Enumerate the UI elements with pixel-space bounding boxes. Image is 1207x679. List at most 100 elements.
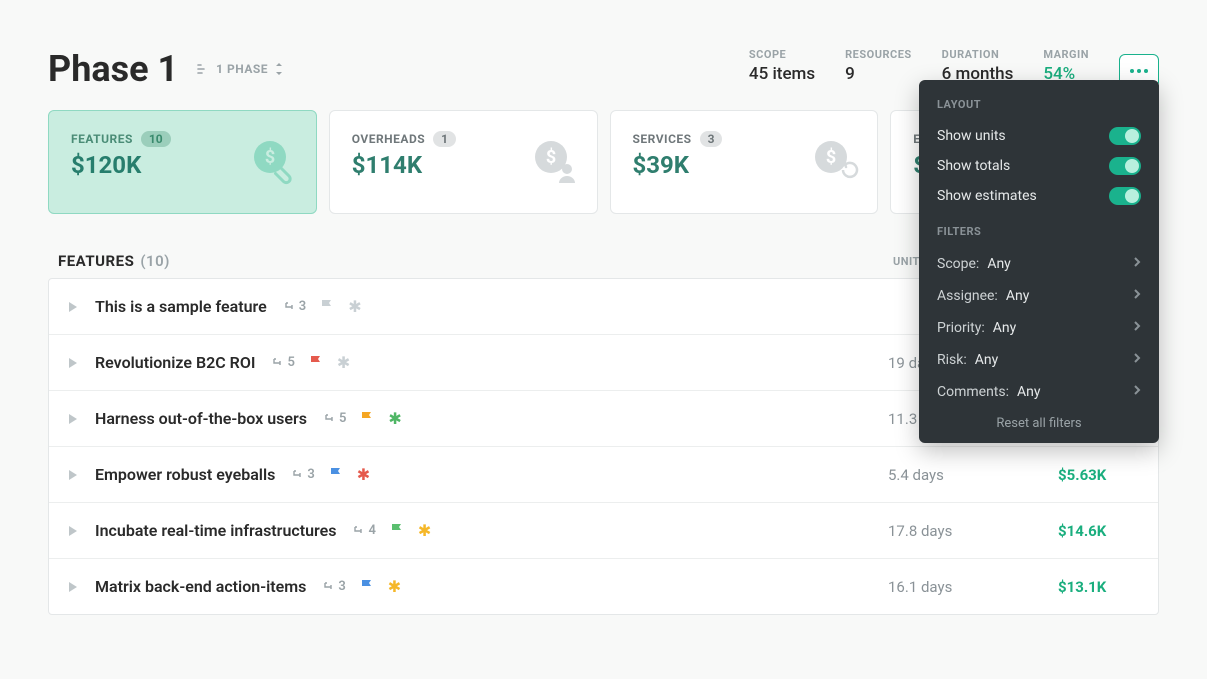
toggle-label: Show units xyxy=(937,128,1006,144)
toggle-label: Show estimates xyxy=(937,188,1037,204)
row-units: 5.4 days xyxy=(888,466,968,484)
filter-risk[interactable]: Risk: Any xyxy=(937,344,1141,376)
expand-caret[interactable] xyxy=(69,521,77,540)
phase-switch-button[interactable]: 1 PHASE xyxy=(196,62,284,76)
stat-resources: RESOURCES 9 xyxy=(845,48,912,84)
row-units: 16.1 days xyxy=(888,578,968,596)
chevron-right-icon xyxy=(1133,288,1141,304)
card-overheads[interactable]: OVERHEADS 1 $114K $ xyxy=(329,110,598,214)
card-overheads-count: 1 xyxy=(433,131,456,147)
row-title: This is a sample feature xyxy=(95,297,267,316)
card-features-count: 10 xyxy=(141,131,171,147)
filter-key: Priority: xyxy=(937,320,985,336)
stat-margin-label: MARGIN xyxy=(1043,48,1089,61)
filter-value: Any xyxy=(987,256,1011,272)
asterisk-icon: ✱ xyxy=(388,409,401,428)
filter-value: Any xyxy=(975,352,999,368)
dollar-wrench-icon: $ xyxy=(248,135,298,189)
subtask-count: 4 xyxy=(352,523,375,538)
row-title: Harness out-of-the-box users xyxy=(95,409,307,428)
subtask-count: 3 xyxy=(322,579,345,594)
filter-key: Assignee: xyxy=(937,288,998,304)
toggle-show-estimates[interactable]: Show estimates xyxy=(937,181,1141,211)
flag-icon xyxy=(329,465,343,484)
expand-caret[interactable] xyxy=(69,409,77,428)
stat-scope-label: SCOPE xyxy=(749,48,815,61)
asterisk-icon: ✱ xyxy=(418,521,431,540)
subtask-count: 5 xyxy=(323,411,346,426)
card-services-count: 3 xyxy=(700,131,723,147)
toggle-switch[interactable] xyxy=(1109,127,1141,145)
list-count: (10) xyxy=(140,252,170,270)
asterisk-icon: ✱ xyxy=(337,353,350,372)
chevron-right-icon xyxy=(1133,384,1141,400)
table-row[interactable]: Matrix back-end action-items 3 ✱ 16.1 da… xyxy=(49,559,1158,614)
toggle-show-totals[interactable]: Show totals xyxy=(937,151,1141,181)
card-features-label: FEATURES xyxy=(71,132,133,146)
toggle-show-units[interactable]: Show units xyxy=(937,121,1141,151)
table-row[interactable]: Incubate real-time infrastructures 4 ✱ 1… xyxy=(49,503,1158,559)
table-row[interactable]: Empower robust eyeballs 3 ✱ 5.4 days $5.… xyxy=(49,447,1158,503)
flag-icon xyxy=(360,577,374,596)
asterisk-icon: ✱ xyxy=(348,297,361,316)
reset-filters-button[interactable]: Reset all filters xyxy=(937,408,1141,431)
page-title: Phase 1 xyxy=(48,48,178,90)
flag-icon xyxy=(390,521,404,540)
stat-duration-label: DURATION xyxy=(942,48,1014,61)
row-units: 17.8 days xyxy=(888,522,968,540)
phase-switch-label: 1 PHASE xyxy=(216,62,268,76)
flag-icon xyxy=(320,297,334,316)
subtask-icon xyxy=(271,357,283,369)
toggle-label: Show totals xyxy=(937,158,1010,174)
dollar-person-icon: $ xyxy=(529,135,579,189)
subtask-icon xyxy=(322,581,334,593)
filter-priority[interactable]: Priority: Any xyxy=(937,312,1141,344)
card-services-label: SERVICES xyxy=(633,132,692,146)
subtask-count: 5 xyxy=(271,355,294,370)
expand-caret[interactable] xyxy=(69,465,77,484)
card-overheads-label: OVERHEADS xyxy=(352,132,425,146)
sort-arrows-icon xyxy=(274,62,284,76)
subtask-icon xyxy=(323,413,335,425)
options-popover: LAYOUT Show units Show totals Show estim… xyxy=(919,80,1159,443)
row-title: Empower robust eyeballs xyxy=(95,465,275,484)
popover-layout-title: LAYOUT xyxy=(937,98,1141,111)
row-total: $14.6K xyxy=(1058,522,1138,540)
toggle-switch[interactable] xyxy=(1109,157,1141,175)
stat-resources-label: RESOURCES xyxy=(845,48,912,61)
chevron-right-icon xyxy=(1133,352,1141,368)
expand-caret[interactable] xyxy=(69,577,77,596)
list-title: FEATURES xyxy=(58,252,134,270)
filter-value: Any xyxy=(993,320,1017,336)
svg-text:$: $ xyxy=(826,147,836,168)
row-title: Incubate real-time infrastructures xyxy=(95,521,336,540)
filter-key: Comments: xyxy=(937,384,1009,400)
more-horizontal-icon xyxy=(1130,69,1148,73)
expand-caret[interactable] xyxy=(69,297,77,316)
filter-value: Any xyxy=(1017,384,1041,400)
filter-key: Scope: xyxy=(937,256,979,272)
row-title: Revolutionize B2C ROI xyxy=(95,353,255,372)
subtask-icon xyxy=(283,301,295,313)
row-total: $13.1K xyxy=(1058,578,1138,596)
card-features[interactable]: FEATURES 10 $120K $ xyxy=(48,110,317,214)
row-total: $5.63K xyxy=(1058,466,1138,484)
filter-assignee[interactable]: Assignee: Any xyxy=(937,280,1141,312)
stat-resources-value: 9 xyxy=(845,64,912,84)
svg-text:$: $ xyxy=(265,147,275,168)
asterisk-icon: ✱ xyxy=(357,465,370,484)
stat-scope: SCOPE 45 items xyxy=(749,48,815,84)
expand-caret[interactable] xyxy=(69,353,77,372)
filter-key: Risk: xyxy=(937,352,967,368)
filter-scope[interactable]: Scope: Any xyxy=(937,248,1141,280)
subtask-count: 3 xyxy=(283,299,306,314)
svg-text:$: $ xyxy=(545,147,555,168)
filter-value: Any xyxy=(1006,288,1030,304)
toggle-switch[interactable] xyxy=(1109,187,1141,205)
card-services[interactable]: SERVICES 3 $39K $ xyxy=(610,110,879,214)
dollar-refresh-icon: $ xyxy=(809,135,859,189)
subtask-count: 3 xyxy=(291,467,314,482)
flag-icon xyxy=(360,409,374,428)
filter-comments[interactable]: Comments: Any xyxy=(937,376,1141,408)
stat-duration: DURATION 6 months xyxy=(942,48,1014,84)
